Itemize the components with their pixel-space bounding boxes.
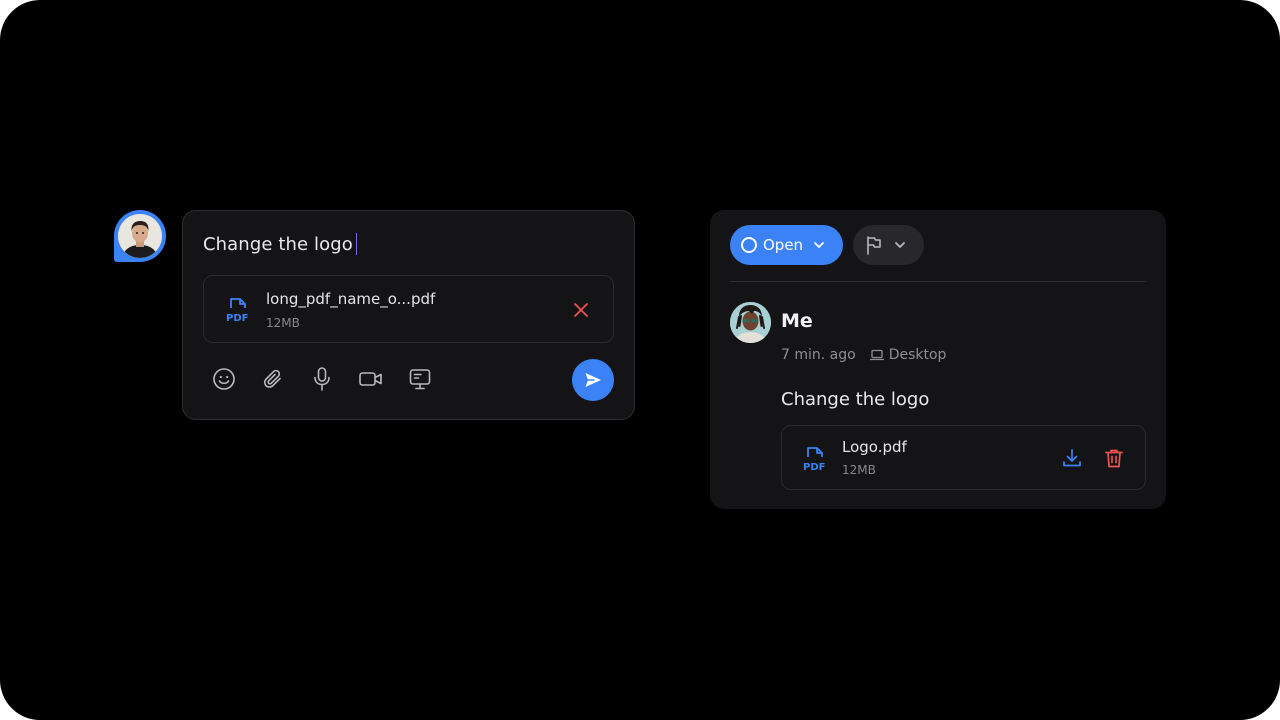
pdf-file-icon: PDF [226,296,252,328]
send-icon [585,373,601,387]
attach-button[interactable] [260,366,286,392]
flag-icon [867,236,881,255]
file-size: 12MB [842,463,876,477]
pdf-badge: PDF [803,462,825,473]
screen-share-button[interactable] [407,366,433,392]
remove-attachment-button[interactable] [571,300,591,320]
emoji-icon [213,368,235,390]
composer-input[interactable]: Change the logo [203,233,358,255]
attachment-size: 12MB [266,316,300,330]
message-text: Change the logo [781,389,930,410]
send-button[interactable] [572,359,614,401]
status-label: Open [763,236,804,254]
emoji-button[interactable] [211,366,237,392]
video-button[interactable] [358,366,384,392]
author-name: Me [781,310,813,332]
device-label: Desktop [888,347,947,363]
flag-dropdown[interactable] [853,225,924,265]
device-info: Desktop [869,347,947,363]
trash-icon [1105,449,1123,468]
file-name: Logo.pdf [842,438,907,456]
attachment-preview: PDF long_pdf_name_o...pdf 12MB [203,275,614,343]
timestamp: 7 min. ago [781,347,856,363]
chevron-down-icon [814,242,824,248]
message-meta: 7 min. ago Desktop [781,347,946,363]
author-avatar [730,302,771,343]
text-caret [355,233,358,255]
composer-input-text: Change the logo [203,233,353,255]
voice-button[interactable] [309,366,335,392]
download-icon [1063,449,1081,467]
microphone-icon [314,367,330,391]
status-circle-icon [741,237,757,253]
close-icon [574,303,588,317]
chevron-down-icon [895,242,905,248]
message-composer[interactable]: Change the logo PDF long_pdf_name_o...pd… [182,210,635,420]
file-attachment: PDF Logo.pdf 12MB [781,425,1146,490]
download-button[interactable] [1061,447,1083,469]
paperclip-icon [263,369,281,388]
pdf-file-icon: PDF [803,445,829,477]
message-card: Open Me 7 min. ago Desktop Change the lo… [710,210,1166,509]
screen-share-icon [409,369,431,390]
video-icon [359,372,382,386]
attachment-name: long_pdf_name_o...pdf [266,290,436,308]
status-dropdown[interactable]: Open [730,225,843,265]
canvas: Change the logo PDF long_pdf_name_o...pd… [0,0,1280,720]
delete-button[interactable] [1103,447,1125,469]
pdf-badge: PDF [226,313,248,324]
divider [730,281,1146,282]
composer-toolbar [211,365,433,393]
composer-avatar [114,210,166,262]
laptop-icon [869,349,884,361]
